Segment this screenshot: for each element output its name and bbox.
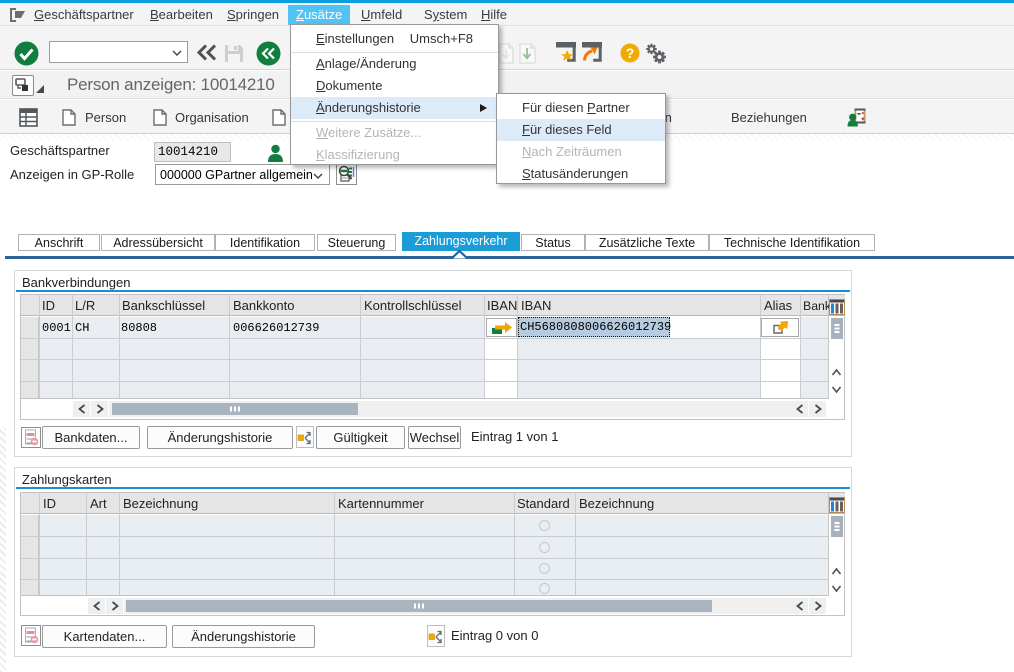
svg-text:?: ? bbox=[626, 45, 635, 61]
